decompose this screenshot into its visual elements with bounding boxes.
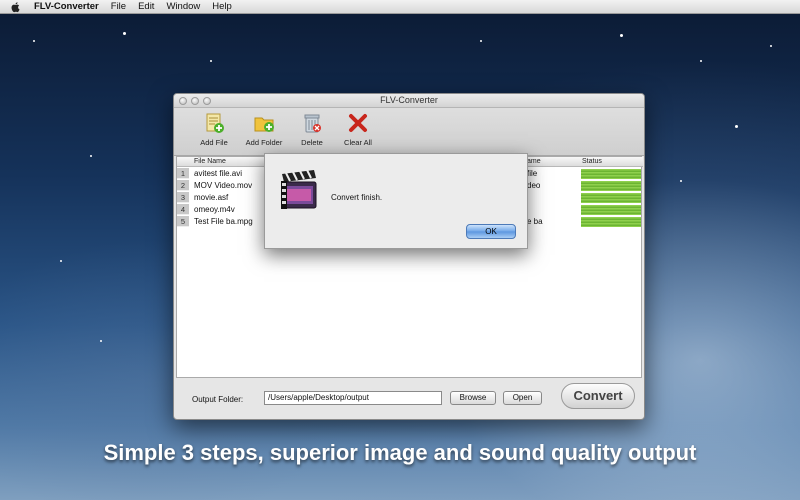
add-file-label: Add File [200, 138, 228, 147]
row-status-progress [581, 193, 641, 203]
open-button[interactable]: Open [503, 391, 542, 405]
row-target-name: file [527, 169, 538, 178]
header-status[interactable]: Status [579, 157, 643, 167]
row-file-name: Test File ba.mpg [194, 217, 253, 226]
red-x-icon [349, 114, 367, 132]
convert-finish-dialog: Convert finish. OK [264, 153, 528, 249]
row-file-name: movie.asf [194, 193, 229, 202]
menu-app-name[interactable]: FLV-Converter [34, 1, 99, 12]
menu-window[interactable]: Window [166, 1, 200, 12]
promo-caption: Simple 3 steps, superior image and sound… [103, 440, 697, 465]
row-status-progress [581, 205, 641, 215]
dialog-message: Convert finish. [331, 193, 383, 202]
menu-file[interactable]: File [111, 1, 126, 12]
output-folder-label: Output Folder: [192, 395, 244, 404]
menu-edit[interactable]: Edit [138, 1, 154, 12]
row-status-progress [581, 217, 641, 227]
ok-button[interactable]: OK [466, 224, 516, 239]
browse-button[interactable]: Browse [450, 391, 496, 405]
row-index: 4 [177, 204, 189, 215]
row-index: 5 [177, 216, 189, 227]
apple-menu-icon[interactable] [10, 1, 22, 13]
row-index: 3 [177, 192, 189, 203]
header-index [177, 157, 191, 167]
row-target-name: deo [527, 181, 541, 190]
window-titlebar[interactable]: FLV-Converter [174, 94, 644, 108]
row-target-name: e ba [527, 217, 543, 226]
menu-bar: FLV-Converter File Edit Window Help [0, 0, 800, 14]
row-status-progress [581, 169, 641, 179]
row-file-name: omeoy.m4v [194, 205, 235, 214]
clear-all-button[interactable]: Clear All [331, 112, 385, 147]
add-folder-icon [254, 117, 274, 132]
main-window: FLV-Converter Add File Add Folder Delete… [173, 93, 645, 420]
row-file-name: avitest file.avi [194, 169, 243, 178]
output-folder-field[interactable]: /Users/apple/Desktop/output [264, 391, 442, 405]
clear-all-label: Clear All [344, 138, 372, 147]
toolbar: Add File Add Folder Delete Clear All [174, 108, 644, 156]
row-index: 1 [177, 168, 189, 179]
add-file-icon [206, 113, 224, 133]
output-panel: Output Folder: /Users/apple/Desktop/outp… [174, 382, 644, 419]
trash-icon [304, 114, 321, 133]
film-clapper-icon [281, 169, 317, 209]
menu-help[interactable]: Help [212, 1, 232, 12]
add-folder-label: Add Folder [245, 138, 283, 147]
header-target-name[interactable]: ame [527, 157, 579, 167]
row-status-progress [581, 181, 641, 191]
window-title: FLV-Converter [380, 95, 438, 105]
convert-button[interactable]: Convert [561, 383, 635, 409]
add-folder-button[interactable]: Add Folder [237, 112, 291, 147]
row-file-name: MOV Video.mov [194, 181, 253, 190]
row-index: 2 [177, 180, 189, 191]
add-file-button[interactable]: Add File [187, 112, 241, 147]
